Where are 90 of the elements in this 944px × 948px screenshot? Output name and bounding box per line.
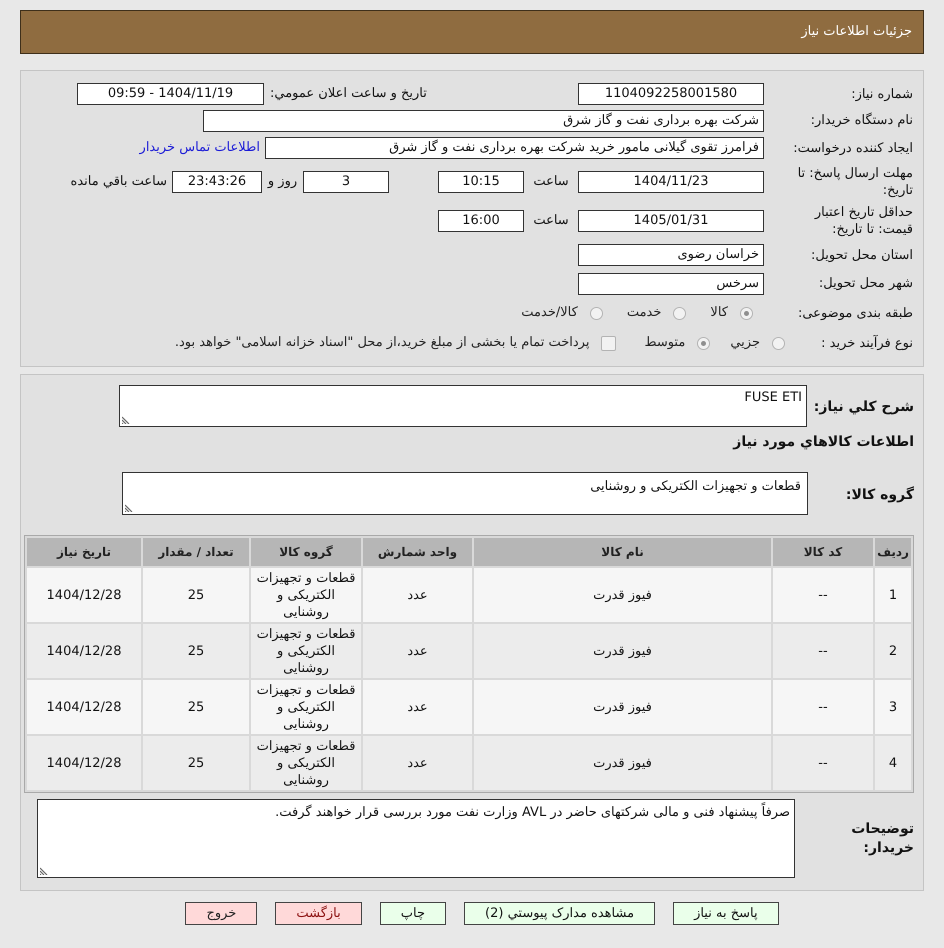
exit-button[interactable]: خروج xyxy=(185,902,258,925)
field-label: شماره نیاز: xyxy=(851,86,913,102)
province-field[interactable]: خراسان رضوی xyxy=(578,244,764,266)
column-header: تعداد / مقدار xyxy=(143,538,249,566)
requester-field[interactable]: فرامرز تقوی گیلانی مامور خرید شرکت بهره برداری نفت و گاز شرق xyxy=(265,137,764,159)
validity-date-field[interactable]: 1405/01/31 xyxy=(578,210,764,232)
page-title: جزئیات اطلاعات نیاز xyxy=(801,23,912,42)
deadline-date-field[interactable]: 1404/11/23 xyxy=(578,170,764,192)
field-label: توضیحات خریدار: xyxy=(850,820,914,858)
description-field[interactable]: FUSE ETI xyxy=(119,385,807,427)
table-cell: 1404/12/28 xyxy=(27,680,141,734)
table-cell: 1 xyxy=(875,568,911,622)
buyer-org-field[interactable]: شرکت بهره برداری نفت و گاز شرق xyxy=(203,110,764,132)
table-cell: 25 xyxy=(143,736,249,790)
field-label: طبقه بندی موضوعی: xyxy=(798,304,913,322)
table-cell: 25 xyxy=(143,680,249,734)
table-cell: 2 xyxy=(875,624,911,678)
table-cell: -- xyxy=(773,680,873,734)
table-cell: 3 xyxy=(875,680,911,734)
field-label: استان محل تحویل: xyxy=(811,246,913,264)
table-cell: 1404/12/28 xyxy=(27,736,141,790)
radio-button[interactable] xyxy=(740,306,753,320)
radio-label: خدمت xyxy=(626,304,662,322)
radio-button[interactable] xyxy=(673,306,686,320)
notes-field[interactable]: صرفاً پیشنهاد فنی و مالی شرکتهای حاضر در AVL وزارت نفت مورد بررسی قرار خواهند گرفت. xyxy=(37,799,795,878)
attachments-button[interactable]: مشاهده مدارک پیوستي (2) xyxy=(464,902,656,925)
table-cell: قطعات و تجهیزات الکتریکی و روشنایی xyxy=(251,624,361,678)
deadline-time-field[interactable]: 10:15 xyxy=(438,170,524,192)
column-header: کد کالا xyxy=(773,538,873,566)
column-header: تاریخ نیاز xyxy=(27,538,141,566)
radio-label: متوسط xyxy=(644,334,686,352)
table-cell: 25 xyxy=(143,624,249,678)
radio-label: کالا xyxy=(710,304,728,322)
table-cell: عدد xyxy=(363,568,472,622)
back-button[interactable]: بازگشت xyxy=(275,902,362,925)
field-label: شرح كلي نياز: xyxy=(814,399,914,415)
need-number-field[interactable]: 1104092258001580 xyxy=(578,83,764,105)
checkbox[interactable] xyxy=(601,336,616,350)
table-cell: عدد xyxy=(363,736,472,790)
table-cell: فیوز قدرت xyxy=(474,680,771,734)
field-label: ساعت باقي مانده xyxy=(70,172,167,191)
city-field[interactable]: سرخس xyxy=(578,272,764,294)
field-label: ایجاد کننده درخواست: xyxy=(793,140,913,156)
checkbox-label: پرداخت تمام یا بخشی از مبلغ خرید،از محل "اسناد خزانه اسلامی" خواهد بود. xyxy=(174,334,590,352)
field-label: نام دستگاه خریدار: xyxy=(810,112,913,129)
radio-button[interactable] xyxy=(772,336,785,350)
field-label: حداقل تاریخ اعتبار قیمت: تا تاریخ: xyxy=(813,204,913,238)
field-label: تاریخ و ساعت اعلان عمومي: xyxy=(270,85,427,104)
field-label: مهلت ارسال پاسخ: تا تاریخ: xyxy=(796,164,913,198)
resize-grip-icon[interactable] xyxy=(40,867,48,875)
field-label: گروه کالا: xyxy=(846,486,914,502)
reply-button[interactable]: پاسخ به نیاز xyxy=(673,902,779,925)
announce-date-field[interactable]: 1404/11/19 - 09:59 xyxy=(77,83,264,105)
days-left-field[interactable]: 3 xyxy=(303,170,389,192)
table-cell: -- xyxy=(773,736,873,790)
table-cell: 1404/12/28 xyxy=(27,624,141,678)
table-cell: 25 xyxy=(143,568,249,622)
radio-button[interactable] xyxy=(697,336,710,350)
radio-button[interactable] xyxy=(590,306,603,320)
field-label: ساعت xyxy=(533,172,569,191)
table-cell: قطعات و تجهیزات الکتریکی و روشنایی xyxy=(251,736,361,790)
radio-label: کالا/خدمت xyxy=(521,304,578,322)
table-cell: عدد xyxy=(363,680,472,734)
table-cell: فیوز قدرت xyxy=(474,568,771,622)
column-header: نام کالا xyxy=(474,538,771,566)
table-cell: 4 xyxy=(875,736,911,790)
table-cell: -- xyxy=(773,624,873,678)
goods-group-field[interactable]: قطعات و تجهیزات الکتریکی و روشنایی xyxy=(122,472,808,515)
radio-label: جزيي xyxy=(730,334,760,352)
column-header: گروه کالا xyxy=(251,538,361,566)
buyer-contact-link[interactable]: اطلاعات تماس خریدار xyxy=(140,138,260,158)
section-title: اطلاعات كالاهاي مورد نياز xyxy=(733,432,914,452)
table-cell: قطعات و تجهیزات الکتریکی و روشنایی xyxy=(251,568,361,622)
table-cell: 1404/12/28 xyxy=(27,568,141,622)
table-cell: عدد xyxy=(363,624,472,678)
table-cell: فیوز قدرت xyxy=(474,624,771,678)
field-label: روز و xyxy=(268,172,298,191)
validity-time-field[interactable]: 16:00 xyxy=(438,210,524,232)
field-label: شهر محل تحویل: xyxy=(818,275,913,292)
resize-grip-icon[interactable] xyxy=(125,504,133,512)
table-cell: -- xyxy=(773,568,873,622)
column-header: ردیف xyxy=(875,538,911,566)
field-label: نوع فرآیند خرید : xyxy=(821,334,913,352)
print-button[interactable]: چاپ xyxy=(380,902,446,925)
column-header: واحد شمارش xyxy=(363,538,472,566)
field-label: ساعت xyxy=(533,212,569,230)
table-cell: فیوز قدرت xyxy=(474,736,771,790)
table-cell: قطعات و تجهیزات الکتریکی و روشنایی xyxy=(251,680,361,734)
time-left-field[interactable]: 23:43:26 xyxy=(172,170,262,192)
resize-grip-icon[interactable] xyxy=(122,416,130,424)
